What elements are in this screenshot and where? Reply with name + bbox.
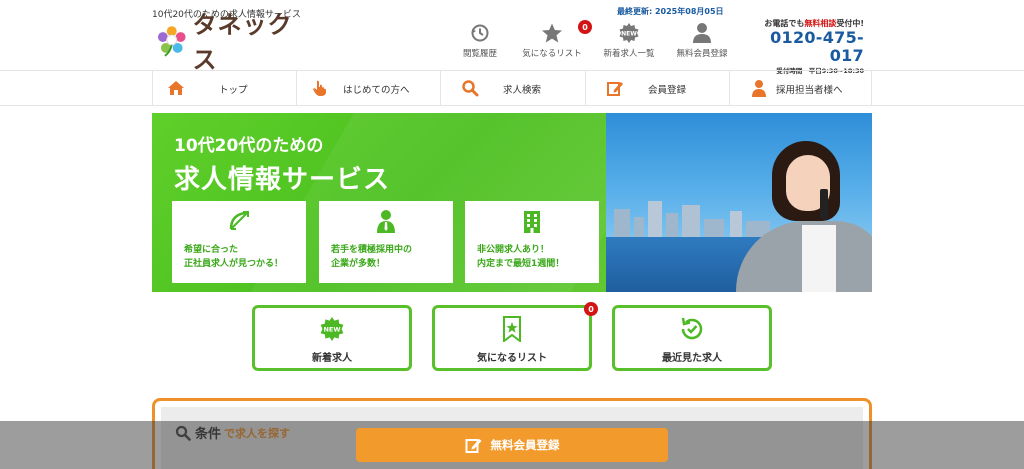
skyline-building bbox=[682, 205, 700, 239]
feature-line: 若手を積極採用中の bbox=[331, 245, 413, 255]
history-label: 閲覧履歴 bbox=[462, 49, 497, 59]
feature-card-companies: 若手を積極採用中の 企業が多数！ bbox=[319, 201, 453, 283]
header-nav-history[interactable]: 閲覧履歴 bbox=[440, 22, 520, 59]
hero-title: 求人情報サービス bbox=[174, 165, 391, 195]
woman-shirt bbox=[802, 225, 836, 292]
feature-text-companies: 若手を積極採用中の 企業が多数！ bbox=[331, 243, 412, 271]
main-nav: トップ はじめての方へ 求人検索 会員登録 採用担当者様へ bbox=[0, 70, 1024, 106]
hero-green-panel: 10代20代のための 求人情報サービス 希望に合った正社員求人が見つかる！ 若手… bbox=[152, 113, 698, 292]
nav-label-register: 会員登録 bbox=[648, 85, 687, 96]
edit-icon bbox=[607, 82, 623, 96]
star-icon bbox=[541, 22, 563, 44]
feature-card-private-jobs: 非公開求人あり！ 内定まで最短1週間！ bbox=[465, 201, 599, 283]
site-logo[interactable]: タネックス bbox=[155, 11, 315, 74]
nav-label-beginners: はじめての方へ bbox=[343, 85, 410, 96]
site-header: 10代20代のための求人情報サービス タネックス 最終更新: 2025年08月0… bbox=[0, 0, 1024, 75]
nav-label-top: トップ bbox=[219, 85, 248, 96]
header-nav-favorites[interactable]: 気になるリスト 0 bbox=[512, 20, 592, 59]
free-registration-label: 無料会員登録 bbox=[490, 438, 560, 452]
header-nav-register[interactable]: 無料会員登録 bbox=[662, 22, 742, 59]
nav-item-employers[interactable]: 採用担当者様へ bbox=[729, 71, 872, 105]
feature-line: 希望に合った bbox=[184, 245, 239, 255]
nav-item-job-search[interactable]: 求人検索 bbox=[440, 71, 585, 105]
register-label: 無料会員登録 bbox=[676, 49, 728, 59]
skyline-building bbox=[634, 217, 644, 239]
smartphone bbox=[820, 189, 828, 219]
bookmark-star-icon bbox=[503, 316, 521, 342]
businessman-icon bbox=[377, 210, 395, 233]
favorites-list-count-badge: 0 bbox=[584, 302, 598, 316]
new-jobs-button[interactable]: NEW 新着求人 bbox=[252, 305, 412, 371]
new-badge-icon: NEW bbox=[320, 317, 344, 341]
person-icon bbox=[752, 80, 766, 97]
hand-pointer-icon bbox=[313, 80, 326, 96]
skyline-building bbox=[666, 213, 678, 239]
hero-banner: 10代20代のための 求人情報サービス 希望に合った正社員求人が見つかる！ 若手… bbox=[152, 113, 872, 292]
search-icon bbox=[462, 80, 479, 97]
nav-label-job-search: 求人検索 bbox=[503, 85, 542, 96]
building-icon bbox=[524, 211, 540, 233]
hero-photo-woman-on-phone bbox=[606, 113, 872, 292]
flower-logo-icon bbox=[157, 26, 186, 57]
nav-item-top[interactable]: トップ bbox=[152, 71, 296, 105]
nav-label-employers: 採用担当者様へ bbox=[776, 85, 843, 96]
logo-text: タネックス bbox=[192, 11, 293, 74]
history-check-icon bbox=[681, 317, 703, 340]
hero-subtitle: 10代20代のための bbox=[174, 136, 324, 156]
phone-contact[interactable]: お電話でも無料相談受付中! 0120-475-017 受付時間 平日9:30~1… bbox=[752, 18, 864, 75]
feature-line: 正社員求人が見つかる！ bbox=[184, 259, 284, 269]
feature-text-matching: 希望に合った正社員求人が見つかる！ bbox=[184, 243, 283, 271]
new-jobs-label: 新着求人一覧 bbox=[603, 49, 655, 59]
skyline-building bbox=[614, 209, 630, 239]
recently-viewed-button-label: 最近見た求人 bbox=[662, 353, 722, 364]
user-icon bbox=[691, 22, 713, 44]
feature-line: 内定まで最短1週間！ bbox=[477, 259, 565, 269]
edit-icon bbox=[465, 439, 481, 453]
new-jobs-button-label: 新着求人 bbox=[312, 353, 352, 364]
feature-line: 非公開求人あり！ bbox=[477, 245, 550, 255]
feature-line: 企業が多数！ bbox=[331, 259, 386, 269]
phone-number[interactable]: 0120-475-017 bbox=[752, 29, 864, 65]
last-updated: 最終更新: 2025年08月05日 bbox=[617, 7, 724, 16]
skyline-building bbox=[730, 211, 742, 239]
favorites-list-button-label: 気になるリスト bbox=[477, 353, 547, 364]
new-badge-icon: NEW bbox=[618, 22, 640, 44]
recently-viewed-button[interactable]: 最近見た求人 bbox=[612, 305, 772, 371]
header-nav-new-jobs[interactable]: NEW 新着求人一覧 bbox=[589, 22, 669, 59]
history-icon bbox=[469, 22, 491, 44]
favorites-label: 気になるリスト bbox=[522, 49, 582, 59]
nav-item-beginners[interactable]: はじめての方へ bbox=[296, 71, 440, 105]
home-icon bbox=[168, 81, 184, 95]
feature-card-matching: 希望に合った正社員求人が見つかる！ bbox=[172, 201, 306, 283]
skyline-building bbox=[648, 201, 662, 239]
free-registration-button[interactable]: 無料会員登録 bbox=[356, 428, 668, 462]
svg-text:NEW: NEW bbox=[323, 326, 340, 334]
favorites-list-button[interactable]: 気になるリスト 0 bbox=[432, 302, 598, 371]
svg-text:NEW: NEW bbox=[621, 31, 637, 38]
nav-item-register[interactable]: 会員登録 bbox=[585, 71, 729, 105]
bow-arrow-icon bbox=[229, 211, 249, 230]
feature-text-private-jobs: 非公開求人あり！ 内定まで最短1週間！ bbox=[477, 243, 564, 271]
skyline-building bbox=[704, 219, 724, 239]
